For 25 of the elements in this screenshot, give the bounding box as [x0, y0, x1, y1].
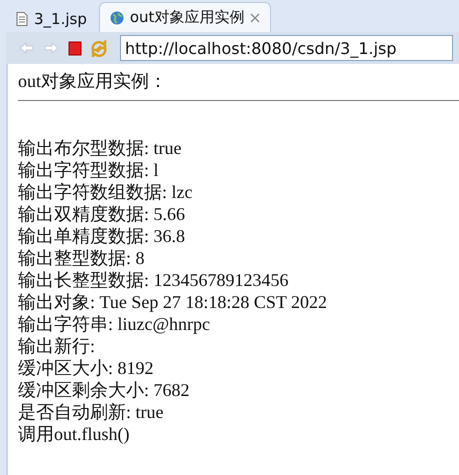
output-line: 缓冲区大小: 8192 — [18, 357, 155, 379]
document-icon — [16, 12, 28, 26]
globe-icon — [110, 10, 124, 24]
output-line: 输出长整型数据: 123456789123456 — [18, 269, 290, 291]
refresh-button[interactable] — [90, 39, 108, 57]
tab[interactable]: out对象应用实例 — [98, 2, 272, 32]
tab-label: 3_1.jsp — [34, 10, 87, 28]
address-field[interactable]: http://localhost:8080/csdn/3_1.jsp — [120, 35, 453, 61]
output-line: 输出字符型数据: l — [18, 159, 160, 181]
output-line: 输出对象: Tue Sep 27 18:18:28 CST 2022 — [18, 291, 328, 313]
output-line: 输出字符串: liuzc@hnrpc — [18, 313, 212, 335]
output-line: 输出新行: — [18, 335, 96, 357]
output-line: 输出单精度数据: 36.8 — [18, 225, 186, 247]
output-line: 缓冲区剩余大小: 7682 — [18, 379, 191, 401]
output-line: 是否自动刷新: true — [18, 401, 164, 423]
stop-button[interactable] — [66, 39, 84, 57]
output-line: 输出字符数组数据: lzc — [18, 181, 194, 203]
page-heading: out对象应用实例： — [18, 70, 168, 92]
tab-label: out对象应用实例 — [130, 8, 244, 27]
close-icon[interactable] — [250, 12, 260, 22]
output-line: 调用out.flush() — [18, 423, 130, 445]
output-line: 输出布尔型数据: true — [18, 137, 182, 159]
tab[interactable]: 3_1.jsp — [6, 6, 97, 32]
output-line: 输出整型数据: 8 — [18, 247, 146, 269]
output-line: 输出双精度数据: 5.66 — [18, 203, 186, 225]
